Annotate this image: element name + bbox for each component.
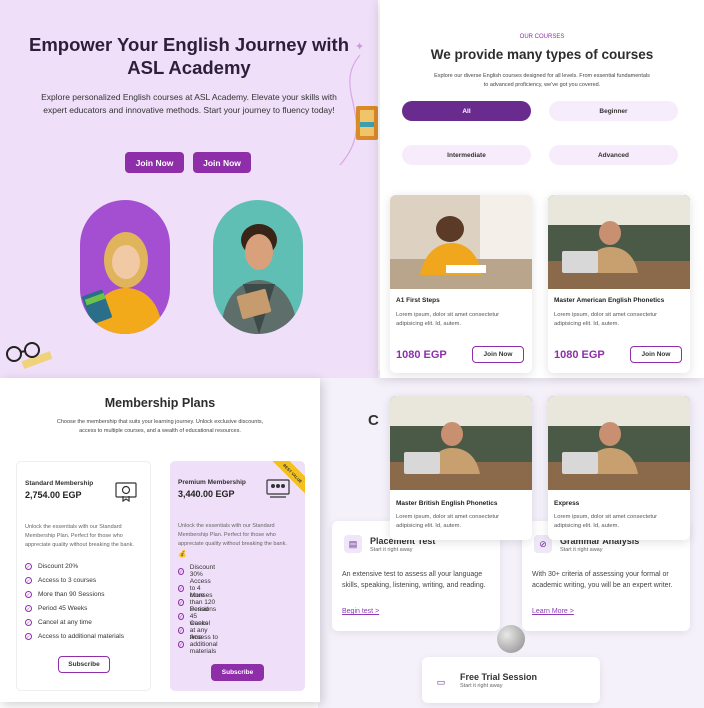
plan-description: Unlock the essentials with our Standard … <box>178 523 287 547</box>
check-icon: ✓ <box>25 563 32 570</box>
check-icon: ✓ <box>25 577 32 584</box>
plan-feature: ✓ Cancel at any time <box>25 619 92 626</box>
course-card[interactable]: Master British English Phonetics Lorem i… <box>390 396 532 540</box>
course-join-button[interactable]: Join Now <box>630 346 682 363</box>
certificate-icon <box>115 482 137 502</box>
service-subtitle: Start it right away <box>560 547 603 553</box>
course-card[interactable]: A1 First Steps Lorem ipsum, dolor sit am… <box>390 195 532 373</box>
subscribe-premium-button[interactable]: Subscribe <box>211 664 264 681</box>
course-price: 1080 EGP <box>554 349 605 361</box>
course-image <box>390 396 532 490</box>
document-icon: ▤ <box>344 535 362 553</box>
hero-title: Empower Your English Journey with ASL Ac… <box>28 34 350 78</box>
check-icon: ✓ <box>25 633 32 640</box>
course-image <box>390 195 532 289</box>
course-price: 1080 EGP <box>396 349 447 361</box>
plan-feature: ✓ Discount 20% <box>25 563 79 570</box>
course-card[interactable]: Express Lorem ipsum, dolor sit amet cons… <box>548 396 690 540</box>
hero-section: ✦ Empower Your English Journey with ASL … <box>0 0 378 378</box>
course-card[interactable]: Master American English Phonetics Lorem … <box>548 195 690 373</box>
course-image <box>548 396 690 490</box>
plan-standard: Standard Membership 2,754.00 EGP Unlock … <box>16 461 151 691</box>
check-icon: ✓ <box>178 585 184 592</box>
course-title: Master American English Phonetics <box>554 297 665 304</box>
service-title: Free Trial Session <box>460 672 538 682</box>
check-icon: ✓ <box>25 591 32 598</box>
plan-feature: ✓ Discount 30% <box>178 564 216 578</box>
course-text: Lorem ipsum, dolor sit amet consectetur … <box>554 514 658 529</box>
courses-description: Explore our diverse English courses desi… <box>434 73 650 88</box>
course-text: Lorem ipsum, dolor sit amet consectetur … <box>396 514 500 529</box>
globe-decoration <box>497 625 525 653</box>
join-now-button[interactable]: Join Now <box>125 152 184 173</box>
courses-eyebrow: OUR COURSES <box>519 34 565 40</box>
money-icon: 💰 <box>178 551 187 558</box>
plan-name: Standard Membership <box>25 480 94 487</box>
plan-feature: ✓ Period 45 Weeks <box>25 605 88 612</box>
plan-feature: ✓ More than 90 Sessions <box>25 591 105 598</box>
service-subtitle: Start it right away <box>370 547 413 553</box>
check-icon: ✓ <box>25 605 32 612</box>
course-title: A1 First Steps <box>396 297 440 304</box>
course-text: Lorem ipsum, dolor sit amet consectetur … <box>396 312 500 327</box>
course-title: Express <box>554 500 580 507</box>
check-icon: ✓ <box>25 619 32 626</box>
membership-title: Membership Plans <box>104 396 216 410</box>
services-heading-partial: C <box>368 412 379 429</box>
filter-intermediate[interactable]: Intermediate <box>402 145 531 165</box>
notebook-decoration <box>356 106 378 140</box>
course-image <box>548 195 690 289</box>
check-icon: ✓ <box>178 613 184 620</box>
service-subtitle: Start it right away <box>460 683 503 689</box>
membership-description: Choose the membership that suits your le… <box>56 419 264 434</box>
plan-description: Unlock the essentials with our Standard … <box>25 524 134 548</box>
service-text: With 30+ criteria of assessing your form… <box>532 571 673 589</box>
online-class-icon <box>266 479 290 498</box>
join-now-button-secondary[interactable]: Join Now <box>193 152 251 173</box>
check-icon: ✓ <box>178 599 184 606</box>
monitor-icon: ▭ <box>432 673 450 691</box>
learn-more-link[interactable]: Learn More > <box>532 608 574 615</box>
student-photo-girl <box>80 200 170 334</box>
check-icon: ✓ <box>178 567 184 575</box>
subscribe-standard-button[interactable]: Subscribe <box>58 656 110 673</box>
courses-title: We provide many types of courses <box>430 47 654 62</box>
check-icon: ✓ <box>178 641 184 648</box>
course-text: Lorem ipsum, dolor sit amet consectetur … <box>554 312 658 327</box>
begin-test-link[interactable]: Begin test > <box>342 608 379 615</box>
check-icon: ✓ <box>178 627 184 634</box>
plan-feature: ✓ Access to additional materials <box>178 634 218 655</box>
hero-description: Explore personalized English courses at … <box>41 92 337 115</box>
filter-beginner[interactable]: Beginner <box>549 101 678 121</box>
course-join-button[interactable]: Join Now <box>472 346 524 363</box>
glasses-decoration <box>6 342 52 369</box>
membership-section: Membership Plans Choose the membership t… <box>0 378 320 702</box>
student-photo-boy <box>213 200 303 334</box>
filter-all[interactable]: All <box>402 101 531 121</box>
plan-price: 2,754.00 EGP <box>25 490 82 500</box>
courses-section: OUR COURSES We provide many types of cou… <box>380 0 704 378</box>
plan-price: 3,440.00 EGP <box>178 489 235 499</box>
service-card-trial: ▭ Free Trial Session Start it right away <box>422 657 600 703</box>
course-title: Master British English Phonetics <box>396 500 498 507</box>
filter-advanced[interactable]: Advanced <box>549 145 678 165</box>
plan-name: Premium Membership <box>178 479 246 486</box>
plan-feature: ✓ Access to 3 courses <box>25 577 97 584</box>
plan-feature: ✓ Access to additional materials <box>25 633 124 640</box>
service-text: An extensive test to assess all your lan… <box>342 571 486 589</box>
